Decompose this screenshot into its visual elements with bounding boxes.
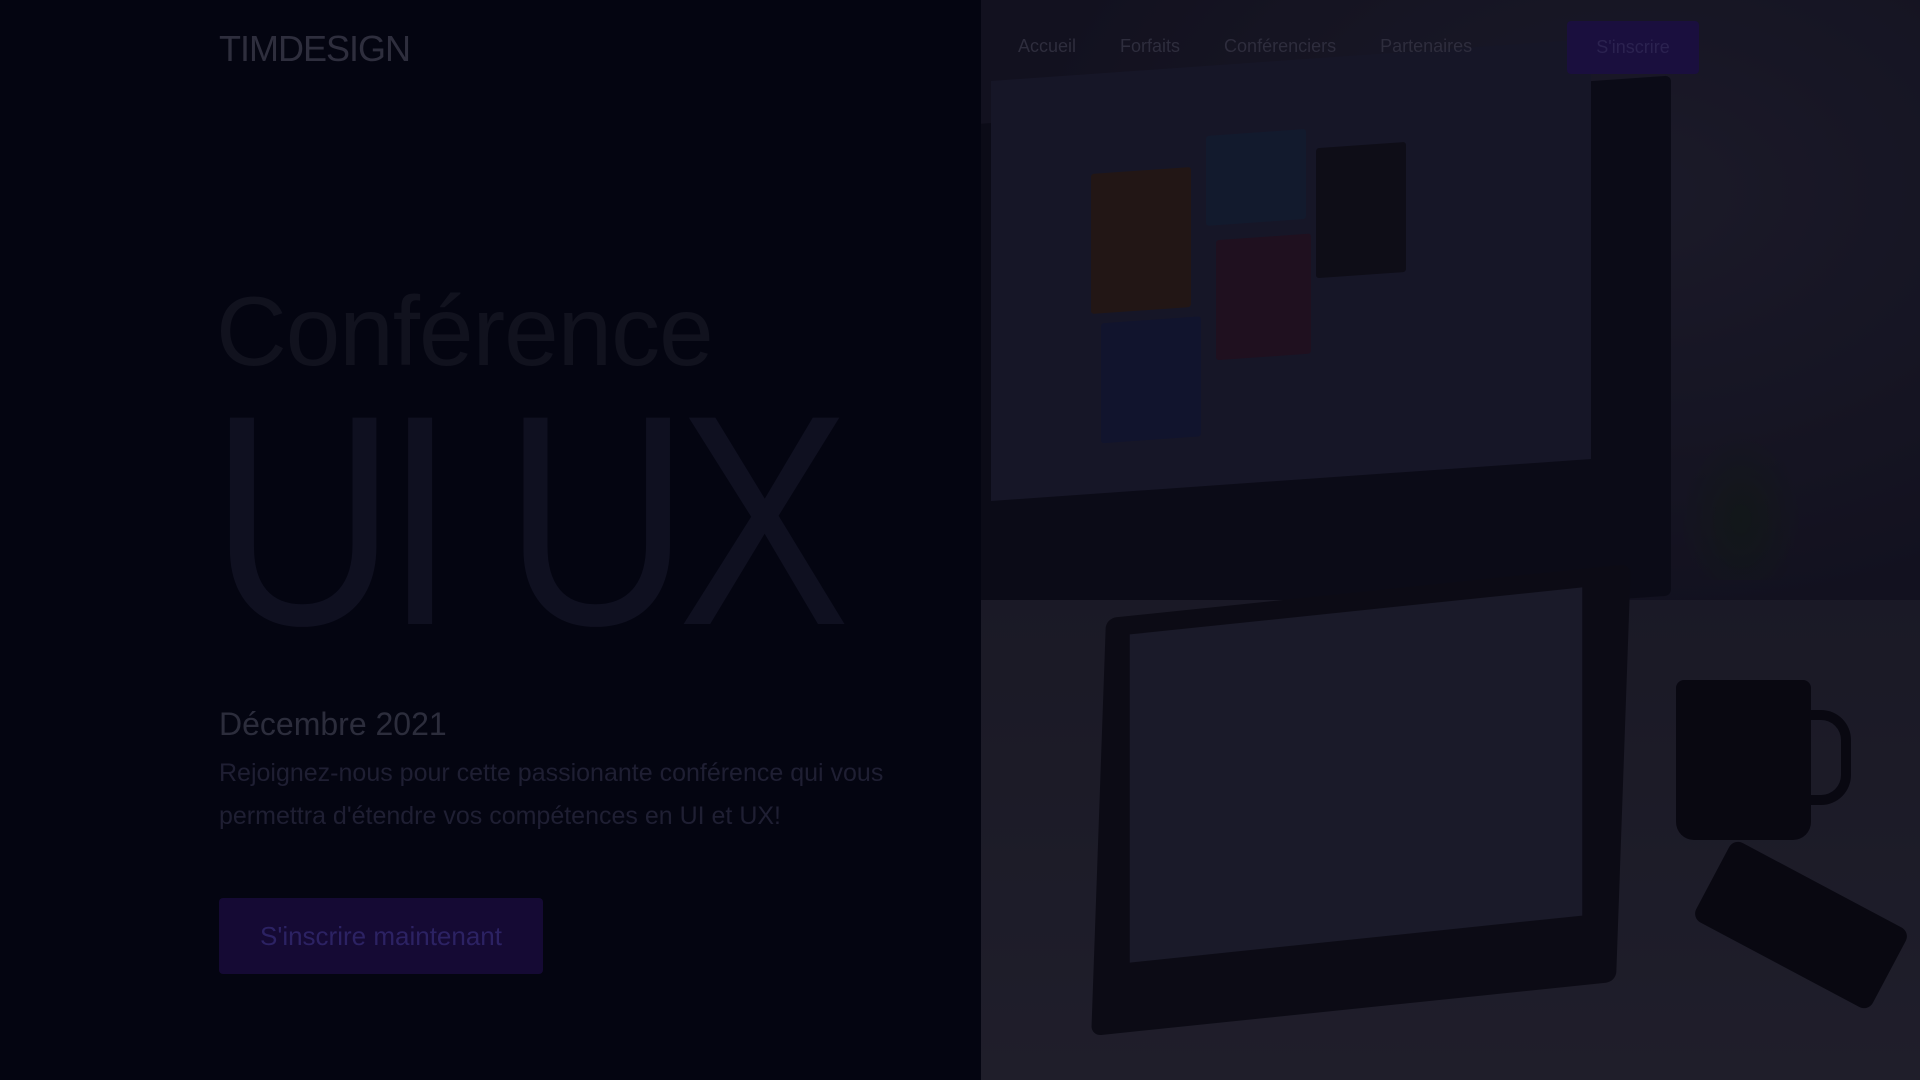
nav-item-accueil[interactable]: Accueil bbox=[1018, 36, 1076, 57]
logo-bold: TIM bbox=[219, 28, 279, 69]
logo-light: DESIGN bbox=[277, 28, 411, 69]
site-logo[interactable]: TIMDESIGN bbox=[219, 28, 411, 70]
hero-photo bbox=[981, 0, 1920, 1080]
nav-item-conferenciers[interactable]: Conférenciers bbox=[1224, 36, 1336, 57]
hero-title: UI UX bbox=[210, 352, 850, 688]
nav-item-partenaires[interactable]: Partenaires bbox=[1380, 36, 1472, 57]
register-now-button[interactable]: S'inscrire maintenant bbox=[219, 898, 543, 974]
signup-button[interactable]: S'inscrire bbox=[1567, 21, 1699, 74]
main-nav: Accueil Forfaits Conférenciers Partenair… bbox=[1018, 36, 1516, 57]
hero-date: Décembre 2021 bbox=[219, 706, 447, 742]
photo-dim-overlay bbox=[981, 0, 1920, 1080]
hero-description: Rejoignez-nous pour cette passionante co… bbox=[219, 759, 884, 830]
nav-item-forfaits[interactable]: Forfaits bbox=[1120, 36, 1180, 57]
